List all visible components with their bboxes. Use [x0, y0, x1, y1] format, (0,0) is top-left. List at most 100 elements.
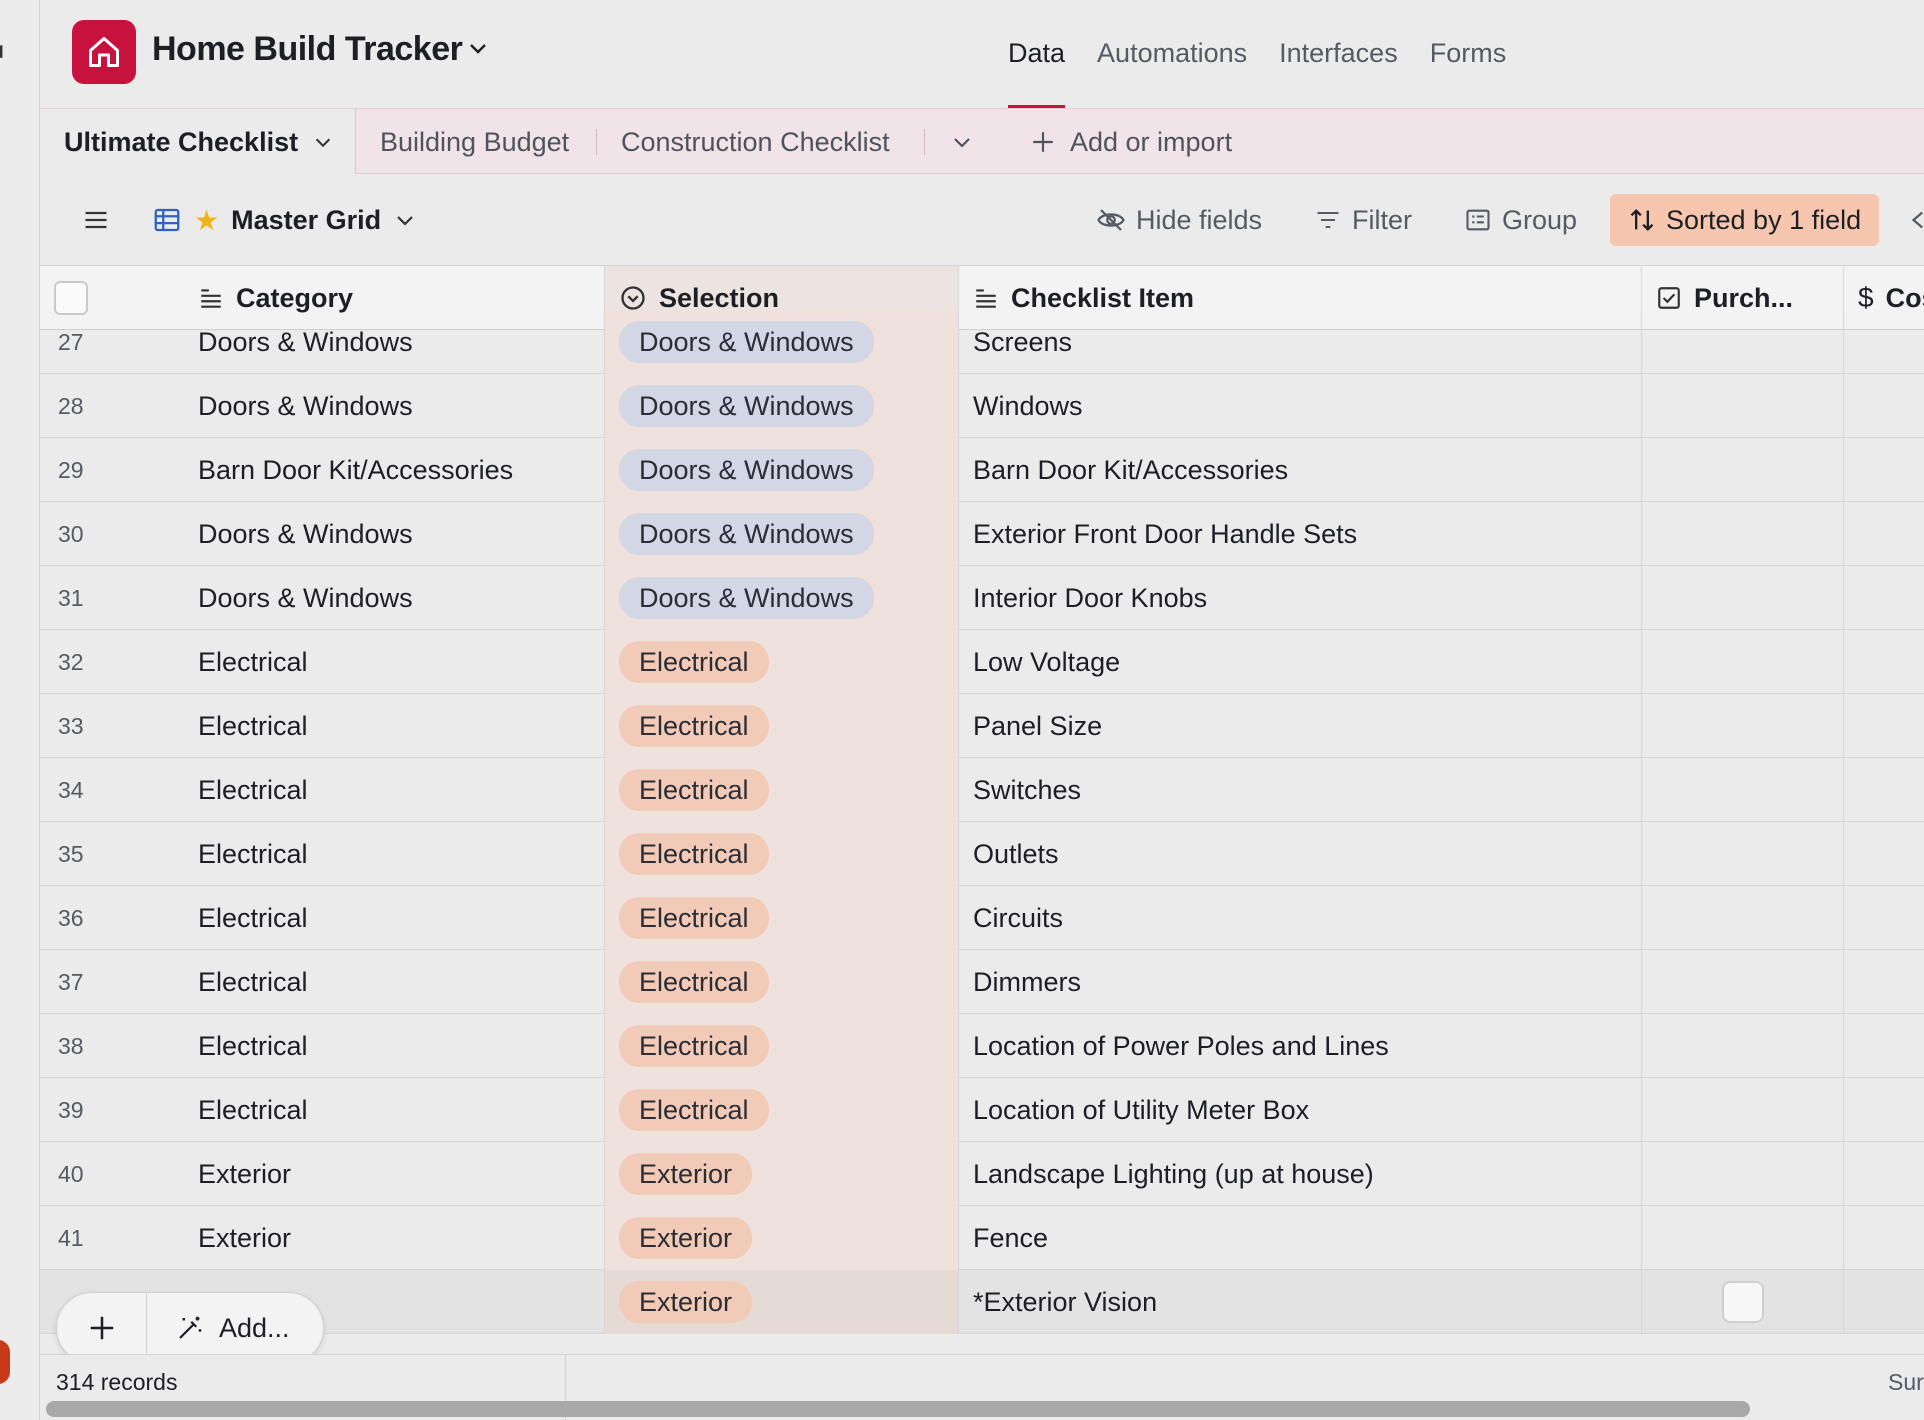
- table-row[interactable]: 28 Doors & Windows Doors & Windows Windows: [40, 374, 1924, 438]
- nav-tab-forms[interactable]: Forms: [1430, 0, 1507, 108]
- more-toolbar-icon[interactable]: [1906, 174, 1924, 266]
- purchased-cell[interactable]: [1642, 374, 1844, 438]
- more-tables-button[interactable]: [950, 109, 974, 175]
- checklist-item-cell[interactable]: Panel Size: [959, 694, 1642, 758]
- cost-cell[interactable]: [1844, 694, 1924, 758]
- checklist-item-cell[interactable]: Low Voltage: [959, 630, 1642, 694]
- purchased-cell[interactable]: [1642, 1014, 1844, 1078]
- category-cell[interactable]: Electrical: [184, 1078, 605, 1142]
- selection-cell[interactable]: Exterior: [605, 1270, 959, 1334]
- app-title[interactable]: Home Build Tracker: [152, 30, 463, 69]
- nav-tab-data[interactable]: Data: [1008, 0, 1066, 108]
- cost-cell[interactable]: [1844, 1206, 1924, 1270]
- sidebar-toggle-button[interactable]: [82, 174, 110, 266]
- purchased-cell[interactable]: [1642, 1270, 1844, 1334]
- cost-cell[interactable]: [1844, 374, 1924, 438]
- selection-cell[interactable]: Electrical: [605, 758, 959, 822]
- checklist-item-cell[interactable]: Landscape Lighting (up at house): [959, 1142, 1642, 1206]
- checklist-item-cell[interactable]: Dimmers: [959, 950, 1642, 1014]
- rail-notification-dot[interactable]: [0, 1340, 10, 1384]
- ai-add-button[interactable]: Add...: [147, 1313, 290, 1344]
- checklist-item-cell[interactable]: Fence: [959, 1206, 1642, 1270]
- category-cell[interactable]: Electrical: [184, 630, 605, 694]
- cost-cell[interactable]: [1844, 886, 1924, 950]
- purchased-cell[interactable]: [1642, 566, 1844, 630]
- category-cell[interactable]: Doors & Windows: [184, 566, 605, 630]
- checklist-item-cell[interactable]: Interior Door Knobs: [959, 566, 1642, 630]
- purchased-checkbox[interactable]: [1721, 1281, 1764, 1323]
- table-row[interactable]: 30 Doors & Windows Doors & Windows Exterior…: [40, 502, 1924, 566]
- checklist-item-cell[interactable]: Screens: [959, 310, 1642, 374]
- cost-cell[interactable]: [1844, 822, 1924, 886]
- sort-button[interactable]: Sorted by 1 field: [1610, 194, 1880, 246]
- purchased-cell[interactable]: [1642, 630, 1844, 694]
- checklist-item-cell[interactable]: Circuits: [959, 886, 1642, 950]
- purchased-cell[interactable]: [1642, 310, 1844, 374]
- table-row[interactable]: 41 Exterior Exterior Fence: [40, 1206, 1924, 1270]
- selection-cell[interactable]: Electrical: [605, 822, 959, 886]
- category-cell[interactable]: Electrical: [184, 822, 605, 886]
- category-cell[interactable]: Barn Door Kit/Accessories: [184, 438, 605, 502]
- table-row[interactable]: 37 Electrical Electrical Dimmers: [40, 950, 1924, 1014]
- purchased-cell[interactable]: [1642, 886, 1844, 950]
- checklist-item-cell[interactable]: *Exterior Vision: [959, 1270, 1642, 1334]
- category-cell[interactable]: Exterior: [184, 1142, 605, 1206]
- selection-cell[interactable]: Electrical: [605, 694, 959, 758]
- table-row[interactable]: 40 Exterior Exterior Landscape Lighting (up…: [40, 1142, 1924, 1206]
- table-row[interactable]: 31 Doors & Windows Doors & Windows Interior…: [40, 566, 1924, 630]
- cost-cell[interactable]: [1844, 310, 1924, 374]
- checklist-item-cell[interactable]: Exterior Front Door Handle Sets: [959, 502, 1642, 566]
- checklist-item-cell[interactable]: Outlets: [959, 822, 1642, 886]
- filter-button[interactable]: Filter: [1314, 174, 1412, 266]
- table-row[interactable]: 32 Electrical Electrical Low Voltage: [40, 630, 1924, 694]
- table-row[interactable]: 33 Electrical Electrical Panel Size: [40, 694, 1924, 758]
- purchased-cell[interactable]: [1642, 822, 1844, 886]
- view-switcher[interactable]: ★ Master Grid: [152, 174, 417, 266]
- add-or-import-button[interactable]: Add or import: [1030, 109, 1232, 175]
- cost-cell[interactable]: [1844, 1270, 1924, 1334]
- selection-cell[interactable]: Doors & Windows: [605, 502, 959, 566]
- purchased-cell[interactable]: [1642, 758, 1844, 822]
- table-row[interactable]: 27 Doors & Windows Doors & Windows Screens: [40, 310, 1924, 374]
- table-row[interactable]: 36 Electrical Electrical Circuits: [40, 886, 1924, 950]
- selection-cell[interactable]: Doors & Windows: [605, 438, 959, 502]
- table-row[interactable]: 35 Electrical Electrical Outlets: [40, 822, 1924, 886]
- cost-cell[interactable]: [1844, 438, 1924, 502]
- selection-cell[interactable]: Electrical: [605, 630, 959, 694]
- home-logo-icon[interactable]: [72, 20, 136, 84]
- category-cell[interactable]: Electrical: [184, 694, 605, 758]
- purchased-cell[interactable]: [1642, 694, 1844, 758]
- purchased-cell[interactable]: [1642, 1206, 1844, 1270]
- group-button[interactable]: Group: [1464, 174, 1577, 266]
- category-cell[interactable]: Electrical: [184, 950, 605, 1014]
- category-cell[interactable]: Doors & Windows: [184, 502, 605, 566]
- selection-cell[interactable]: Exterior: [605, 1206, 959, 1270]
- checklist-item-cell[interactable]: Location of Power Poles and Lines: [959, 1014, 1642, 1078]
- table-row[interactable]: 34 Electrical Electrical Switches: [40, 758, 1924, 822]
- selection-cell[interactable]: Electrical: [605, 950, 959, 1014]
- cost-cell[interactable]: [1844, 758, 1924, 822]
- selection-cell[interactable]: Doors & Windows: [605, 374, 959, 438]
- nav-tab-interfaces[interactable]: Interfaces: [1279, 0, 1398, 108]
- hide-fields-button[interactable]: Hide fields: [1096, 174, 1262, 266]
- selection-cell[interactable]: Electrical: [605, 1078, 959, 1142]
- cost-cell[interactable]: [1844, 950, 1924, 1014]
- table-row[interactable]: 39 Electrical Electrical Location of Utilit…: [40, 1078, 1924, 1142]
- category-cell[interactable]: Electrical: [184, 758, 605, 822]
- cost-cell[interactable]: [1844, 502, 1924, 566]
- horizontal-scrollbar[interactable]: [46, 1401, 1750, 1417]
- purchased-cell[interactable]: [1642, 1078, 1844, 1142]
- purchased-cell[interactable]: [1642, 502, 1844, 566]
- cost-cell[interactable]: [1844, 630, 1924, 694]
- selection-cell[interactable]: Doors & Windows: [605, 310, 959, 374]
- purchased-cell[interactable]: [1642, 1142, 1844, 1206]
- selection-cell[interactable]: Doors & Windows: [605, 566, 959, 630]
- checklist-item-cell[interactable]: Windows: [959, 374, 1642, 438]
- cost-cell[interactable]: [1844, 566, 1924, 630]
- table-row[interactable]: 29 Barn Door Kit/Accessories Doors & Windo…: [40, 438, 1924, 502]
- selection-cell[interactable]: Electrical: [605, 1014, 959, 1078]
- table-tab-ultimate-checklist[interactable]: Ultimate Checklist: [40, 109, 356, 175]
- cost-cell[interactable]: [1844, 1014, 1924, 1078]
- selection-cell[interactable]: Exterior: [605, 1142, 959, 1206]
- cost-cell[interactable]: [1844, 1078, 1924, 1142]
